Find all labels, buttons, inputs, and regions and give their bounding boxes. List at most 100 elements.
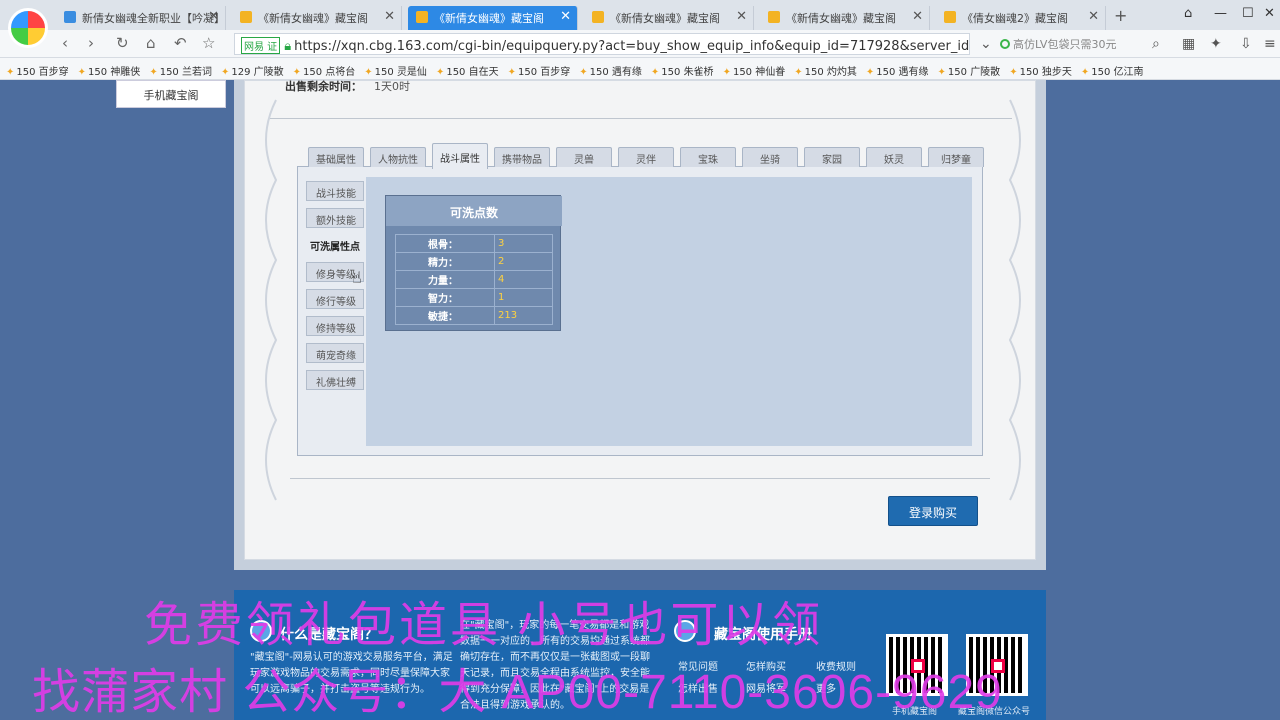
bookmark-item[interactable]: ✦ 150 朱雀桥 bbox=[651, 63, 714, 79]
home-icon[interactable]: ⌂ bbox=[146, 34, 156, 52]
menu-icon[interactable]: ≡ bbox=[1264, 36, 1276, 52]
search-engine-icon bbox=[1000, 39, 1010, 49]
bookmark-item[interactable]: ✦ 150 神仙眷 bbox=[723, 63, 786, 79]
tab-gems[interactable]: 宝珠 bbox=[680, 147, 736, 167]
bookmark-item[interactable]: ✦ 150 百步穿 bbox=[508, 63, 571, 79]
side-washable-points[interactable]: 可洗属性点 bbox=[306, 235, 370, 255]
bookmark-item[interactable]: ✦ 150 神雕侠 bbox=[78, 63, 141, 79]
close-icon[interactable]: ✕ bbox=[912, 9, 923, 24]
bookmark-item[interactable]: ✦ 150 兰若词 bbox=[149, 63, 212, 79]
bookmark-item[interactable]: ✦ 150 遇有缘 bbox=[866, 63, 929, 79]
bookmark-item[interactable]: ✦ 150 灵是仙 bbox=[364, 63, 427, 79]
points-key: 精力： bbox=[395, 252, 495, 271]
points-value: 4 bbox=[494, 270, 553, 289]
bookmark-icon: ✦ bbox=[77, 67, 87, 78]
points-table: 根骨： 3 精力： 2 力量： 4 智力： 1 敏捷： 213 bbox=[395, 234, 553, 325]
tab-favicon-icon bbox=[64, 11, 76, 23]
login-buy-button[interactable]: 登录购买 bbox=[888, 496, 978, 526]
tab-title: 《倩女幽魂2》藏宝阁 bbox=[962, 12, 1068, 25]
bookmark-item[interactable]: ✦ 150 灼灼其 bbox=[794, 63, 857, 79]
game-icon[interactable]: ✦ bbox=[1210, 36, 1222, 52]
watermark-line-1: 免费领礼包道具 小号也可以领 bbox=[144, 599, 824, 652]
bookmark-icon: ✦ bbox=[292, 67, 302, 78]
points-key: 根骨： bbox=[395, 234, 495, 253]
side-combat-skills[interactable]: 战斗技能 bbox=[306, 181, 364, 201]
side-hold-level[interactable]: 修持等级 bbox=[306, 316, 364, 336]
divider bbox=[290, 478, 990, 479]
tab-home[interactable]: 家园 bbox=[804, 147, 860, 167]
tab-title: 新倩女幽魂全新职业【吟凝】 bbox=[82, 12, 225, 25]
back-icon[interactable]: ‹ bbox=[62, 34, 68, 52]
url-input[interactable]: 网易 证 🔒︎ https://xqn.cbg.163.com/cgi-bin/eq… bbox=[234, 33, 970, 55]
close-icon[interactable]: ✕ bbox=[736, 9, 747, 24]
side-practice-level[interactable]: 修行等级 bbox=[306, 289, 364, 309]
side-extra-skills[interactable]: 额外技能 bbox=[306, 208, 364, 228]
tab-items[interactable]: 携带物品 bbox=[494, 147, 550, 167]
bookmark-icon: ✦ bbox=[1080, 67, 1090, 78]
bookmark-item[interactable]: ✦ 150 独步天 bbox=[1009, 63, 1072, 79]
reload-icon[interactable]: ↻ bbox=[116, 34, 129, 52]
sale-time-remaining: 出售剩余时间： 1天0时 bbox=[285, 78, 410, 94]
tab-basic[interactable]: 基础属性 bbox=[308, 147, 364, 167]
tab-pets[interactable]: 灵兽 bbox=[556, 147, 612, 167]
cloud-ornament-left bbox=[265, 99, 278, 501]
divider bbox=[270, 118, 1012, 119]
browser-tab-6[interactable]: 《倩女幽魂2》藏宝阁 ✕ bbox=[936, 6, 1106, 30]
browser-tab-3[interactable]: 《新倩女幽魂》藏宝阁 ✕ bbox=[408, 6, 578, 30]
tab-dream[interactable]: 归梦童 bbox=[928, 147, 984, 167]
verified-badge: 网易 证 bbox=[241, 37, 281, 54]
close-window-icon[interactable]: ✕ bbox=[1264, 6, 1275, 21]
browser-tab-1[interactable]: 新倩女幽魂全新职业【吟凝】 ✕ bbox=[56, 6, 226, 30]
mobile-cbg-menu[interactable]: 手机藏宝阁 bbox=[116, 80, 226, 108]
side-buddha[interactable]: 礼佛壮缚 bbox=[306, 370, 364, 390]
bookmark-item[interactable]: ✦ 150 自在天 bbox=[436, 63, 499, 79]
bookmark-icon: ✦ bbox=[1009, 67, 1018, 78]
bookmark-item[interactable]: ✦ 150 亿江南 bbox=[1081, 63, 1144, 79]
close-icon[interactable]: ✕ bbox=[208, 9, 219, 24]
tab-resistance[interactable]: 人物抗性 bbox=[370, 147, 426, 167]
bookmark-icon: ✦ bbox=[149, 67, 158, 78]
forward-icon[interactable]: › bbox=[88, 34, 94, 52]
bookmark-icon: ✦ bbox=[937, 67, 946, 78]
chevron-down-icon[interactable]: ⌄ bbox=[980, 36, 992, 52]
apps-icon[interactable]: ▦ bbox=[1182, 36, 1195, 52]
minimize-icon[interactable]: — bbox=[1214, 6, 1227, 21]
tab-spirits[interactable]: 妖灵 bbox=[866, 147, 922, 167]
bookmark-icon: ✦ bbox=[220, 67, 230, 78]
close-icon[interactable]: ✕ bbox=[560, 9, 571, 24]
bookmark-item[interactable]: ✦ 150 点将台 bbox=[293, 63, 356, 79]
sale-time-value: 1天0时 bbox=[374, 80, 410, 93]
bookmark-icon: ✦ bbox=[435, 67, 445, 78]
bookmark-item[interactable]: ✦ 129 广陵散 bbox=[221, 63, 284, 79]
tab-companions[interactable]: 灵伴 bbox=[618, 147, 674, 167]
tab-favicon-icon bbox=[592, 11, 604, 23]
browser-tab-4[interactable]: 《新倩女幽魂》藏宝阁 ✕ bbox=[584, 6, 754, 30]
tab-title: 《新倩女幽魂》藏宝阁 bbox=[434, 12, 544, 25]
bookmark-icon: ✦ bbox=[579, 67, 588, 78]
lock-icon: 🔒︎ bbox=[284, 39, 292, 54]
browser-tab-5[interactable]: 《新倩女幽魂》藏宝阁 ✕ bbox=[760, 6, 930, 30]
bookmark-item[interactable]: ✦ 150 遇有缘 bbox=[579, 63, 642, 79]
download-icon[interactable]: ⇩ bbox=[1240, 36, 1252, 52]
search-icon[interactable]: ⌕ bbox=[1152, 36, 1160, 52]
search-input[interactable]: 高仿LV包袋只需30元 bbox=[1000, 36, 1116, 52]
watermark-line-2: 找蒲家村 公众号：大 AP00-7110-3606-9629 bbox=[32, 666, 1003, 719]
hand-cursor-icon: ☝ bbox=[352, 268, 362, 287]
bookmark-item[interactable]: ✦ 150 百步穿 bbox=[6, 63, 69, 79]
bookmark-icon: ✦ bbox=[865, 67, 875, 78]
bookmark-icon: ✦ bbox=[507, 67, 516, 78]
tab-mounts[interactable]: 坐骑 bbox=[742, 147, 798, 167]
maximize-icon[interactable]: ☐ bbox=[1242, 6, 1254, 21]
bookmark-item[interactable]: ✦ 150 广陵散 bbox=[938, 63, 1001, 79]
star-icon[interactable]: ☆ bbox=[202, 34, 215, 52]
new-tab-icon[interactable]: + bbox=[1114, 6, 1127, 25]
close-icon[interactable]: ✕ bbox=[1088, 9, 1099, 24]
url-text: https://xqn.cbg.163.com/cgi-bin/equipque… bbox=[294, 39, 970, 54]
browser-tab-2[interactable]: 《新倩女幽魂》藏宝阁 ✕ bbox=[232, 6, 402, 30]
close-icon[interactable]: ✕ bbox=[384, 9, 395, 24]
skin-icon[interactable]: ⌂ bbox=[1184, 6, 1192, 21]
tab-combat[interactable]: 战斗属性 bbox=[432, 143, 488, 169]
undo-icon[interactable]: ↶ bbox=[174, 34, 187, 52]
points-key: 力量： bbox=[395, 270, 495, 289]
side-pet-fate[interactable]: 萌宠奇缘 bbox=[306, 343, 364, 363]
